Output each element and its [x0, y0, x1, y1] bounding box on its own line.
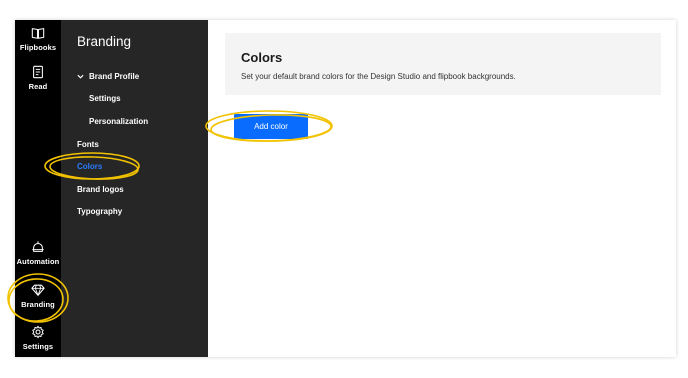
icon-rail: Flipbooks Read Automation Branding Setti…: [15, 20, 61, 357]
nav-item-typography[interactable]: Typography: [77, 207, 122, 216]
nav-item-fonts[interactable]: Fonts: [77, 140, 99, 149]
main-content: Colors Set your default brand colors for…: [208, 20, 676, 357]
diamond-icon: [31, 284, 45, 297]
robot-icon: [32, 241, 44, 252]
nav-item-colors[interactable]: Colors: [77, 162, 102, 171]
app-window: Flipbooks Read Automation Branding Setti…: [15, 20, 676, 357]
rail-item-settings[interactable]: Settings: [15, 325, 61, 351]
rail-item-label: Automation: [16, 257, 60, 266]
branding-subnav: Branding Brand Profile Settings Personal…: [61, 20, 208, 357]
chevron-down-icon: [77, 74, 84, 79]
gear-icon: [32, 325, 44, 339]
nav-item-label: Brand Profile: [89, 72, 140, 81]
book-open-icon: [31, 28, 45, 39]
colors-header-card: Colors Set your default brand colors for…: [225, 33, 661, 95]
read-document-icon: [33, 65, 43, 79]
nav-item-settings[interactable]: Settings: [89, 94, 121, 103]
rail-item-label: Settings: [22, 342, 54, 351]
nav-item-brand-logos[interactable]: Brand logos: [77, 185, 124, 194]
page-description: Set your default brand colors for the De…: [241, 72, 516, 81]
page-title: Colors: [241, 50, 283, 65]
add-color-button[interactable]: Add color: [234, 114, 308, 139]
subnav-title: Branding: [77, 34, 132, 49]
nav-item-brand-profile[interactable]: Brand Profile: [77, 72, 139, 81]
rail-item-label: Flipbooks: [19, 43, 57, 52]
rail-item-flipbooks[interactable]: Flipbooks: [15, 26, 61, 52]
rail-item-label: Branding: [21, 300, 55, 309]
nav-item-personalization[interactable]: Personalization: [89, 117, 148, 126]
rail-item-automation[interactable]: Automation: [15, 240, 61, 266]
rail-item-read[interactable]: Read: [15, 65, 61, 91]
rail-item-label: Read: [28, 82, 48, 91]
rail-item-branding[interactable]: Branding: [15, 283, 61, 309]
